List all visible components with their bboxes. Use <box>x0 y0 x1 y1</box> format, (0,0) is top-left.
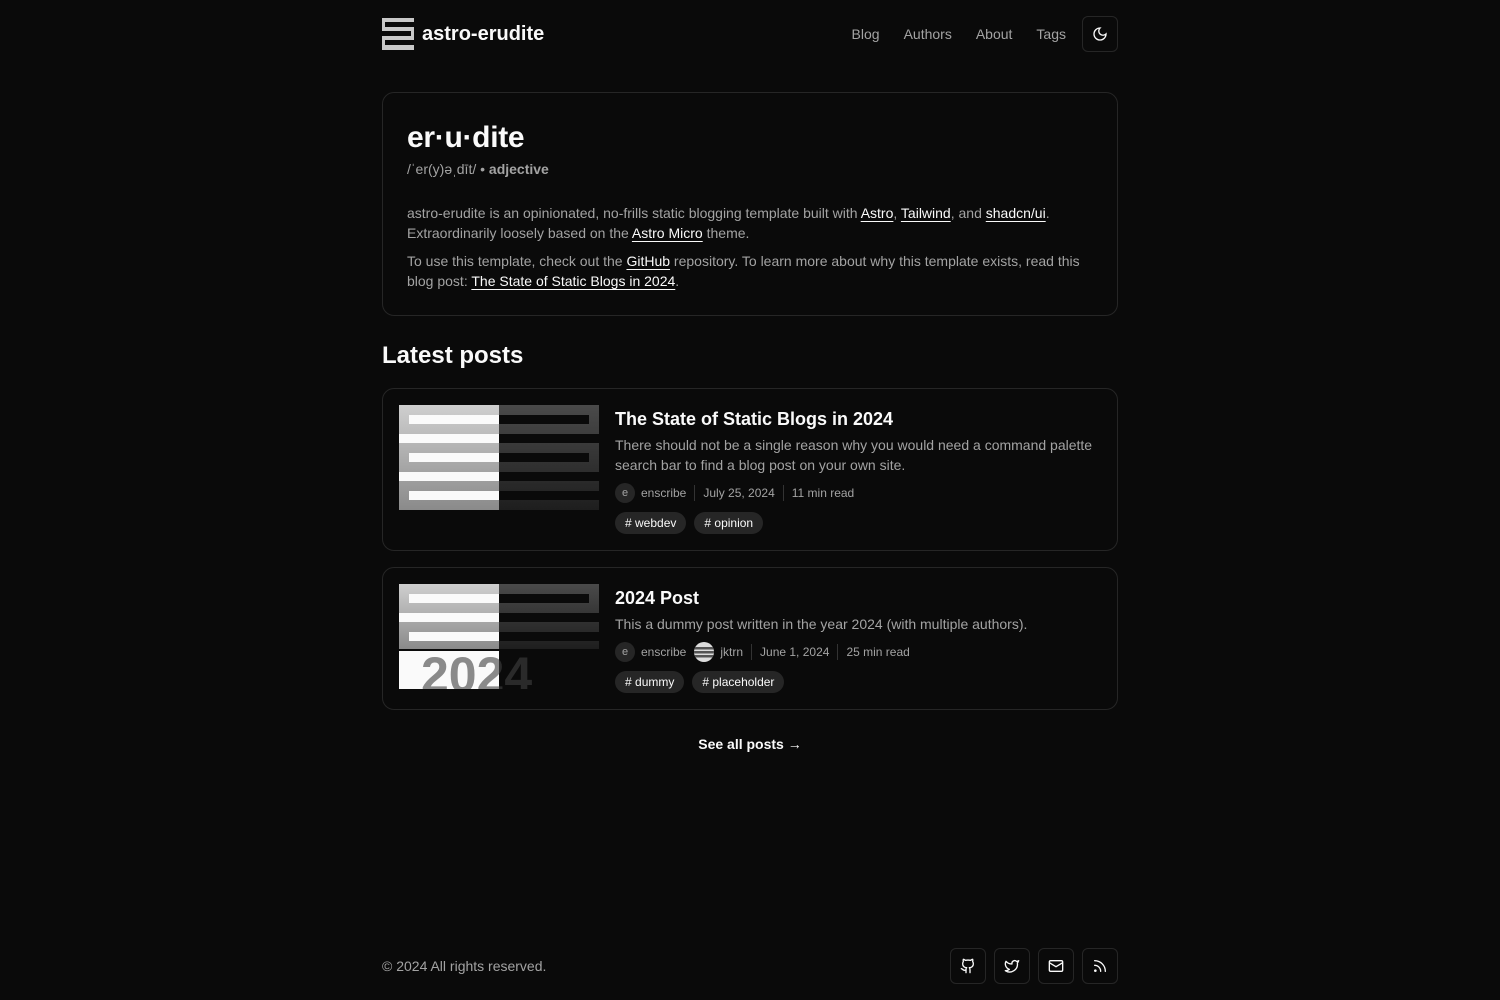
latest-posts-heading: Latest posts <box>382 342 524 369</box>
post-body: The State of Static Blogs in 2024 There … <box>615 405 1101 534</box>
rss-icon <box>1094 960 1106 972</box>
text: theme. <box>702 225 750 241</box>
avatar <box>694 642 715 662</box>
text: astro-erudite is an opinionated, no-fril… <box>407 205 861 221</box>
text: , <box>893 205 901 221</box>
theme-toggle-button[interactable] <box>1082 16 1118 52</box>
site-header: astro-erudite Blog Authors About Tags <box>382 0 1118 68</box>
github-button[interactable] <box>950 948 986 984</box>
usage-paragraph: To use this template, check out the GitH… <box>407 251 1093 291</box>
read-time: 25 min read <box>846 645 910 659</box>
nav-blog[interactable]: Blog <box>852 26 880 42</box>
tag-label: placeholder <box>712 675 775 689</box>
tag-list: # webdev # opinion <box>615 512 1101 534</box>
post-title[interactable]: The State of Static Blogs in 2024 <box>615 407 1101 431</box>
post-card[interactable]: The State of Static Blogs in 2024 There … <box>382 388 1118 551</box>
avatar: e <box>615 642 635 662</box>
post-date: June 1, 2024 <box>760 645 830 659</box>
post-description: This a dummy post written in the year 20… <box>615 616 1028 632</box>
tailwind-link[interactable]: Tailwind <box>901 205 951 221</box>
tag-webdev[interactable]: # webdev <box>615 512 687 534</box>
avatar: e <box>615 483 635 503</box>
intro-card: er·u·dite /ˈer(y)əˌdīt/ • adjective astr… <box>382 92 1118 316</box>
see-all-container: See all posts → <box>382 736 1118 752</box>
copyright: © 2024 All rights reserved. <box>382 958 547 974</box>
author[interactable]: jktrn <box>694 642 743 662</box>
shadcn-link[interactable]: shadcn/ui <box>986 205 1046 221</box>
main-nav: Blog Authors About Tags <box>852 16 1118 52</box>
author-name: jktrn <box>720 645 744 659</box>
rss-button[interactable] <box>1082 948 1118 984</box>
brand-link[interactable]: astro-erudite <box>382 18 544 50</box>
post-meta: e enscribe July 25, 2024 11 min read <box>615 483 1101 503</box>
intro-paragraph: astro-erudite is an opinionated, no-fril… <box>407 203 1093 243</box>
tag-placeholder[interactable]: # placeholder <box>692 671 785 693</box>
post-description: There should not be a single reason why … <box>615 437 1093 473</box>
site-footer: © 2024 All rights reserved. <box>382 948 1118 984</box>
text: , and <box>950 205 986 221</box>
nav-authors[interactable]: Authors <box>904 26 952 42</box>
moon-icon <box>1093 27 1107 41</box>
post-thumbnail <box>399 405 599 510</box>
pronunciation: /ˈer(y)əˌdīt/ • adjective <box>407 161 1093 177</box>
post-thumbnail: 2024 2024 <box>399 584 599 689</box>
pronunciation-text: /ˈer(y)əˌdīt/ • <box>407 161 486 177</box>
post-title[interactable]: 2024 Post <box>615 586 1027 610</box>
divider <box>694 485 696 501</box>
post-date: July 25, 2024 <box>703 486 775 500</box>
post-meta: e enscribe jktrn June 1, 2024 25 min read <box>615 642 1027 662</box>
astro-link[interactable]: Astro <box>861 205 894 221</box>
part-of-speech: adjective <box>488 161 549 177</box>
mail-icon <box>1048 960 1064 972</box>
twitter-button[interactable] <box>994 948 1030 984</box>
hero-word: er·u·dite <box>407 121 525 154</box>
tag-label: opinion <box>714 516 754 530</box>
post-card[interactable]: 2024 2024 2024 Post This a dummy post wr… <box>382 567 1118 710</box>
tag-opinion[interactable]: # opinion <box>694 512 764 534</box>
author[interactable]: e enscribe <box>615 483 686 503</box>
author[interactable]: e enscribe <box>615 642 686 662</box>
divider <box>837 644 839 660</box>
github-link[interactable]: GitHub <box>626 253 670 269</box>
astro-micro-link[interactable]: Astro Micro <box>632 225 703 241</box>
logo-icon <box>382 18 414 50</box>
author-name: enscribe <box>641 486 687 500</box>
github-icon <box>960 958 975 974</box>
divider <box>782 485 784 501</box>
email-button[interactable] <box>1038 948 1074 984</box>
text: To use this template, check out the <box>407 253 627 269</box>
tag-dummy[interactable]: # dummy <box>615 671 685 693</box>
blog-post-link[interactable]: The State of Static Blogs in 2024 <box>471 273 675 289</box>
social-links <box>950 948 1118 984</box>
author-name: enscribe <box>641 645 687 659</box>
post-body: 2024 Post This a dummy post written in t… <box>615 584 1027 693</box>
divider <box>751 644 753 660</box>
nav-tags[interactable]: Tags <box>1036 26 1066 42</box>
twitter-icon <box>1004 960 1020 973</box>
tag-list: # dummy # placeholder <box>615 671 1027 693</box>
nav-about[interactable]: About <box>976 26 1013 42</box>
tag-label: dummy <box>635 675 675 689</box>
brand-name: astro-erudite <box>422 22 545 45</box>
text: . <box>675 273 680 289</box>
see-all-posts-link[interactable]: See all posts → <box>698 736 801 752</box>
read-time: 11 min read <box>791 486 855 500</box>
tag-label: webdev <box>635 516 677 530</box>
